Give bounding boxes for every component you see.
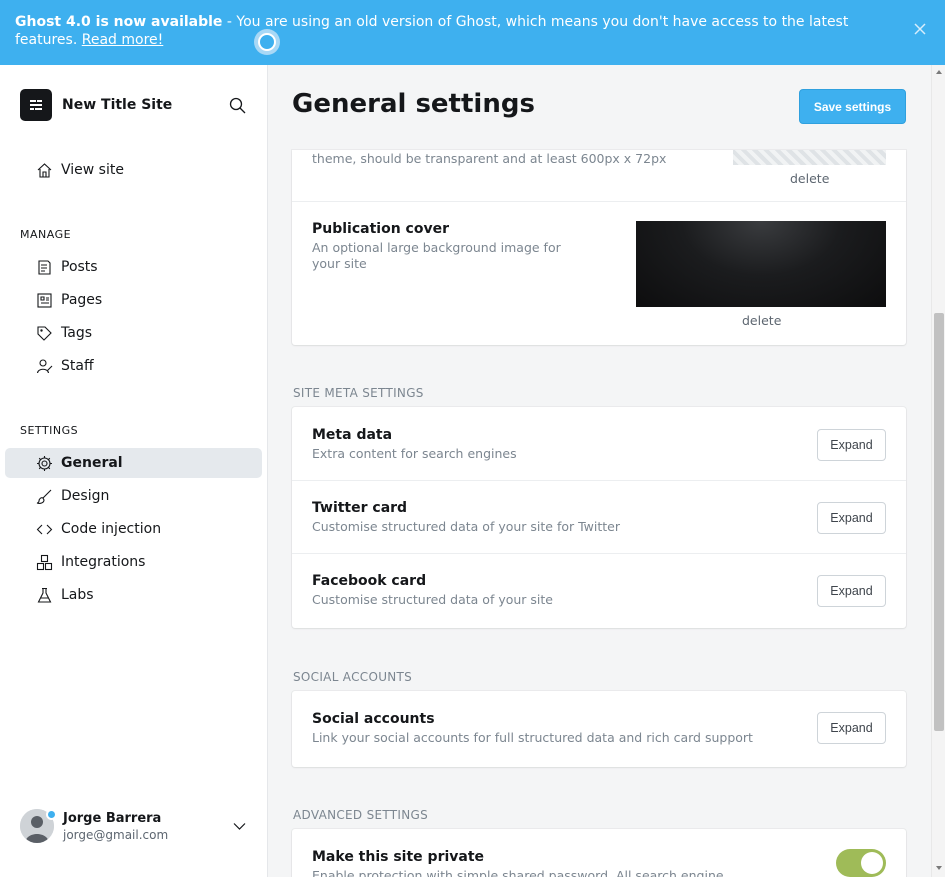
sidebar-item-label: Pages bbox=[61, 292, 103, 308]
sidebar-item-design[interactable]: Design bbox=[5, 481, 262, 511]
social-accounts-expand-button[interactable]: Expand bbox=[817, 712, 886, 744]
logo-description: theme, should be transparent and at leas… bbox=[312, 151, 667, 166]
ghost-logo-icon bbox=[30, 100, 42, 110]
scroll-down-icon[interactable] bbox=[936, 866, 942, 870]
scrollbar-thumb[interactable] bbox=[934, 313, 944, 731]
sidebar-item-general[interactable]: General bbox=[5, 448, 262, 478]
facebook-card-description: Customise structured data of your site bbox=[312, 592, 553, 607]
search-icon[interactable] bbox=[229, 97, 246, 114]
scroll-up-icon[interactable] bbox=[936, 70, 942, 74]
facebook-card-expand-button[interactable]: Expand bbox=[817, 575, 886, 607]
social-accounts-row: Social accounts Link your social account… bbox=[292, 691, 906, 767]
close-icon[interactable] bbox=[913, 22, 927, 36]
chevron-down-icon[interactable] bbox=[233, 822, 246, 831]
private-site-row: Make this site private Enable protection… bbox=[292, 829, 906, 877]
sidebar-item-label: Design bbox=[61, 488, 110, 504]
notification-pulse-icon[interactable] bbox=[254, 29, 280, 55]
manage-heading: MANAGE bbox=[20, 228, 72, 241]
main-content: General settings Save settings theme, sh… bbox=[268, 65, 931, 877]
publication-cover-row: Publication cover An optional large back… bbox=[292, 202, 906, 345]
pages-icon bbox=[37, 293, 52, 308]
sidebar-item-label: Tags bbox=[61, 325, 92, 341]
twitter-card-description: Customise structured data of your site f… bbox=[312, 519, 621, 534]
cover-delete-link[interactable]: delete bbox=[742, 313, 781, 328]
scrollbar[interactable] bbox=[931, 65, 945, 877]
sidebar-item-posts[interactable]: Posts bbox=[5, 252, 262, 282]
publication-identity-card: theme, should be transparent and at leas… bbox=[292, 150, 906, 345]
banner-strong-text: Ghost 4.0 is now available bbox=[15, 14, 223, 30]
status-badge bbox=[46, 809, 57, 820]
site-logo bbox=[20, 89, 52, 121]
social-accounts-title: Social accounts bbox=[312, 711, 435, 727]
logo-delete-link[interactable]: delete bbox=[790, 171, 829, 186]
site-brand[interactable]: New Title Site bbox=[20, 89, 172, 121]
sidebar-item-labs[interactable]: Labs bbox=[5, 580, 262, 610]
cover-title: Publication cover bbox=[312, 221, 449, 237]
meta-data-expand-button[interactable]: Expand bbox=[817, 429, 886, 461]
sidebar-item-label: Integrations bbox=[61, 554, 146, 570]
sidebar-item-label: Staff bbox=[61, 358, 94, 374]
social-accounts-description: Link your social accounts for full struc… bbox=[312, 730, 753, 745]
sidebar-item-tags[interactable]: Tags bbox=[5, 318, 262, 348]
sidebar-item-code-injection[interactable]: Code injection bbox=[5, 514, 262, 544]
sidebar-item-integrations[interactable]: Integrations bbox=[5, 547, 262, 577]
update-banner: Ghost 4.0 is now available - You are usi… bbox=[0, 0, 945, 65]
site-meta-card: Meta data Extra content for search engin… bbox=[292, 407, 906, 628]
user-email: jorge@gmail.com bbox=[63, 827, 169, 842]
page-title: General settings bbox=[292, 89, 535, 119]
social-accounts-card: Social accounts Link your social account… bbox=[292, 691, 906, 767]
meta-data-title: Meta data bbox=[312, 427, 393, 443]
sidebar-item-label: Posts bbox=[61, 259, 98, 275]
posts-icon bbox=[38, 260, 51, 275]
sidebar-item-staff[interactable]: Staff bbox=[5, 351, 262, 381]
logo-image-preview[interactable] bbox=[733, 150, 886, 165]
sidebar-item-label: Labs bbox=[61, 587, 94, 603]
brush-icon bbox=[36, 489, 52, 504]
sidebar-item-label: View site bbox=[61, 162, 124, 178]
banner-read-more-link[interactable]: Read more! bbox=[82, 32, 164, 48]
settings-heading: SETTINGS bbox=[20, 424, 79, 437]
twitter-card-row: Twitter card Customise structured data o… bbox=[292, 481, 906, 554]
gear-icon bbox=[37, 456, 52, 471]
code-icon bbox=[36, 524, 53, 535]
site-title: New Title Site bbox=[62, 97, 173, 113]
sidebar-item-label: General bbox=[61, 455, 123, 471]
private-site-description: Enable protection with simple shared pas… bbox=[312, 868, 724, 877]
social-accounts-heading: SOCIAL ACCOUNTS bbox=[293, 670, 413, 684]
twitter-card-title: Twitter card bbox=[312, 500, 408, 516]
toggle-knob bbox=[861, 852, 883, 874]
tag-icon bbox=[37, 326, 52, 341]
meta-data-description: Extra content for search engines bbox=[312, 446, 517, 461]
sidebar: New Title Site View site MANAGE Posts Pa… bbox=[0, 65, 268, 877]
private-site-toggle[interactable] bbox=[836, 849, 886, 877]
facebook-card-title: Facebook card bbox=[312, 573, 427, 589]
twitter-card-expand-button[interactable]: Expand bbox=[817, 502, 886, 534]
sidebar-item-view-site[interactable]: View site bbox=[5, 155, 262, 185]
integrations-icon bbox=[36, 554, 53, 571]
user-menu[interactable]: Jorge Barrera jorge@gmail.com bbox=[20, 809, 250, 843]
sidebar-item-pages[interactable]: Pages bbox=[5, 285, 262, 315]
save-settings-button[interactable]: Save settings bbox=[799, 89, 906, 124]
sidebar-item-label: Code injection bbox=[61, 521, 162, 537]
facebook-card-row: Facebook card Customise structured data … bbox=[292, 554, 906, 628]
advanced-settings-card: Make this site private Enable protection… bbox=[292, 829, 906, 877]
site-meta-heading: SITE META SETTINGS bbox=[293, 386, 424, 400]
meta-data-row: Meta data Extra content for search engin… bbox=[292, 407, 906, 481]
flask-icon bbox=[37, 587, 52, 603]
home-icon bbox=[37, 163, 52, 178]
advanced-settings-heading: ADVANCED SETTINGS bbox=[293, 808, 429, 822]
private-site-title: Make this site private bbox=[312, 849, 485, 865]
publication-logo-row: theme, should be transparent and at leas… bbox=[292, 150, 906, 202]
cover-image-preview[interactable] bbox=[636, 221, 886, 307]
user-name: Jorge Barrera bbox=[63, 810, 162, 826]
staff-icon bbox=[36, 359, 53, 374]
cover-description: An optional large background image for y… bbox=[312, 240, 561, 271]
